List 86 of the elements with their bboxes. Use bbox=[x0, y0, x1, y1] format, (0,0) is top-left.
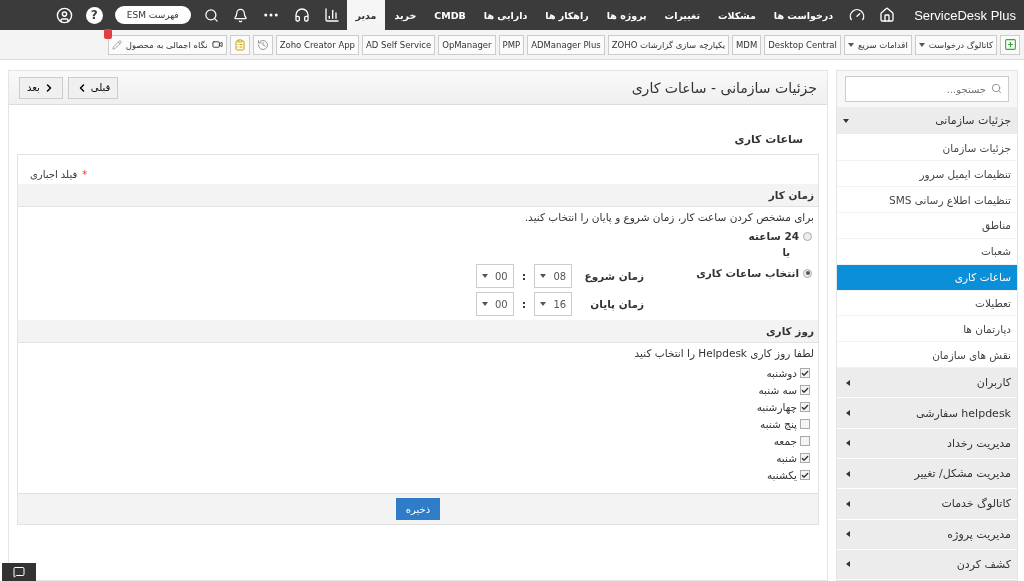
sidebar-item[interactable]: تعطیلات bbox=[837, 290, 1017, 317]
time-label: زمان پایان bbox=[589, 298, 645, 310]
toolbar-link[interactable]: ADManager Plus bbox=[527, 34, 605, 55]
checkbox[interactable] bbox=[800, 470, 810, 480]
toolbar-link[interactable]: Desktop Central bbox=[764, 34, 841, 55]
sidebar-group[interactable]: مدیریت پروژه bbox=[837, 519, 1017, 550]
checkbox[interactable] bbox=[800, 419, 810, 429]
time-label: زمان شروع bbox=[583, 270, 645, 282]
toolbar-link[interactable]: یکپارچه سازی گزارشات ZOHO bbox=[607, 34, 729, 55]
day-label: دوشنبه bbox=[766, 367, 797, 379]
hint-text: برای مشخص کردن ساعت کار، زمان شروع و پایان را انتخاب کنید. bbox=[523, 210, 815, 226]
sidebar-item[interactable]: تنظیمات اطلاع رسانی SMS bbox=[837, 187, 1017, 213]
nav-tab[interactable]: دارایی ها bbox=[474, 0, 537, 30]
checkbox[interactable] bbox=[800, 453, 810, 463]
sidebar-item[interactable]: دپارتمان ها bbox=[837, 316, 1017, 343]
radio-button[interactable] bbox=[803, 231, 812, 241]
option-label: 24 ساعته bbox=[748, 230, 799, 242]
sidebar-group[interactable]: مدیریت مشکل/ تغییر bbox=[837, 459, 1017, 490]
day-label: جمعه bbox=[773, 435, 797, 447]
radio-button[interactable] bbox=[803, 268, 812, 278]
add-icon[interactable] bbox=[1000, 34, 1020, 55]
section-heading: روز کاری bbox=[18, 320, 818, 343]
or-label: یا bbox=[781, 246, 791, 260]
required-marker: * bbox=[82, 169, 88, 180]
page-title: جزئیات سازمانی - ساعات کاری bbox=[631, 79, 817, 96]
checkbox[interactable] bbox=[800, 385, 810, 395]
search-field[interactable]: جستجو... bbox=[845, 76, 1009, 102]
sidebar-group[interactable]: مدیریت رخداد bbox=[837, 428, 1017, 459]
nav-tab[interactable]: مشکلات bbox=[709, 0, 765, 30]
product-logo[interactable]: ServiceDesk Plus bbox=[910, 0, 1016, 30]
minute-select[interactable]: 00 bbox=[475, 292, 514, 316]
dropdown-button[interactable]: کاتالوگ درخواست bbox=[914, 34, 997, 55]
clipboard-icon[interactable] bbox=[229, 34, 250, 55]
sidebar-group[interactable]: helpdesk سفارشی bbox=[837, 398, 1017, 429]
previous-button[interactable]: قبلی bbox=[67, 76, 119, 99]
time-separator: : bbox=[521, 269, 527, 283]
section-heading: زمان کار bbox=[18, 184, 818, 207]
sidebar-item[interactable]: نقش های سازمان bbox=[837, 342, 1017, 369]
checkbox[interactable] bbox=[800, 368, 810, 378]
toolbar-link[interactable]: OpManager bbox=[438, 34, 496, 55]
nav-tab[interactable]: خرید bbox=[385, 0, 426, 30]
day-label: شنبه bbox=[776, 452, 797, 464]
toolbar-link[interactable]: MDM bbox=[732, 34, 762, 55]
sidebar-group[interactable]: کاربران bbox=[837, 368, 1017, 399]
chat-icon[interactable] bbox=[2, 563, 36, 581]
sidebar-item[interactable]: تنظیمات ایمیل سرور bbox=[837, 161, 1017, 188]
dropdown-button[interactable]: اقدامات سریع bbox=[843, 34, 912, 55]
toolbar-link[interactable]: AD Self Service bbox=[362, 34, 436, 55]
pencil-icon bbox=[111, 39, 122, 50]
minute-select[interactable]: 00 bbox=[475, 264, 514, 288]
sidebar-group[interactable]: کاتالوگ خدمات bbox=[837, 489, 1017, 520]
day-label: پنج شنبه bbox=[760, 418, 797, 430]
sidebar-item[interactable]: شعبات bbox=[837, 238, 1017, 265]
notification-badge bbox=[103, 28, 112, 39]
day-label: یکشنبه bbox=[766, 469, 797, 481]
nav-tab[interactable]: تغییرات bbox=[655, 0, 709, 30]
day-label: چهارشنبه bbox=[756, 401, 797, 413]
required-note: فیلد اجباری bbox=[30, 169, 78, 180]
toolbar-link[interactable]: Zoho Creator App bbox=[275, 34, 360, 55]
hour-select[interactable]: 16 bbox=[534, 292, 573, 316]
nav-tab[interactable]: راهکار ها bbox=[536, 0, 598, 30]
next-button[interactable]: بعد bbox=[19, 76, 63, 99]
help-button[interactable]: ? bbox=[85, 6, 103, 24]
sidebar-item[interactable]: مناطق bbox=[837, 212, 1017, 239]
checkbox[interactable] bbox=[800, 402, 810, 412]
nav-tab[interactable]: پروژه ها bbox=[597, 0, 656, 30]
product-tour-button[interactable]: نگاه اجمالی به محصول bbox=[107, 34, 227, 55]
video-icon bbox=[211, 39, 223, 50]
option-label: انتخاب ساعات کاری bbox=[696, 267, 799, 279]
checkbox[interactable] bbox=[800, 436, 810, 446]
time-separator: : bbox=[521, 297, 527, 311]
sidebar-group[interactable]: جزئیات سازمانی bbox=[837, 107, 1017, 136]
sidebar-group[interactable]: کشف کردن bbox=[837, 549, 1017, 581]
nav-tab[interactable]: درخواست ها bbox=[764, 0, 843, 30]
search-icon bbox=[991, 83, 1002, 94]
hint-text: لطفا روز کاری Helpdesk را انتخاب کنید bbox=[633, 346, 815, 362]
toolbar-link[interactable]: PMP bbox=[498, 34, 525, 55]
day-label: سه شنبه bbox=[758, 384, 797, 396]
hour-select[interactable]: 08 bbox=[534, 264, 573, 288]
nav-tab[interactable]: CMDB bbox=[425, 0, 475, 30]
sidebar-item[interactable]: جزئیات سازمان bbox=[837, 135, 1017, 162]
save-button[interactable]: ذخیره bbox=[395, 498, 441, 520]
sidebar-item[interactable]: ساعات کاری bbox=[837, 264, 1017, 291]
section-title: ساعات کاری bbox=[733, 133, 804, 148]
esm-button[interactable]: فهرست ESM bbox=[114, 6, 191, 24]
nav-tab[interactable]: مدیر bbox=[346, 0, 386, 30]
